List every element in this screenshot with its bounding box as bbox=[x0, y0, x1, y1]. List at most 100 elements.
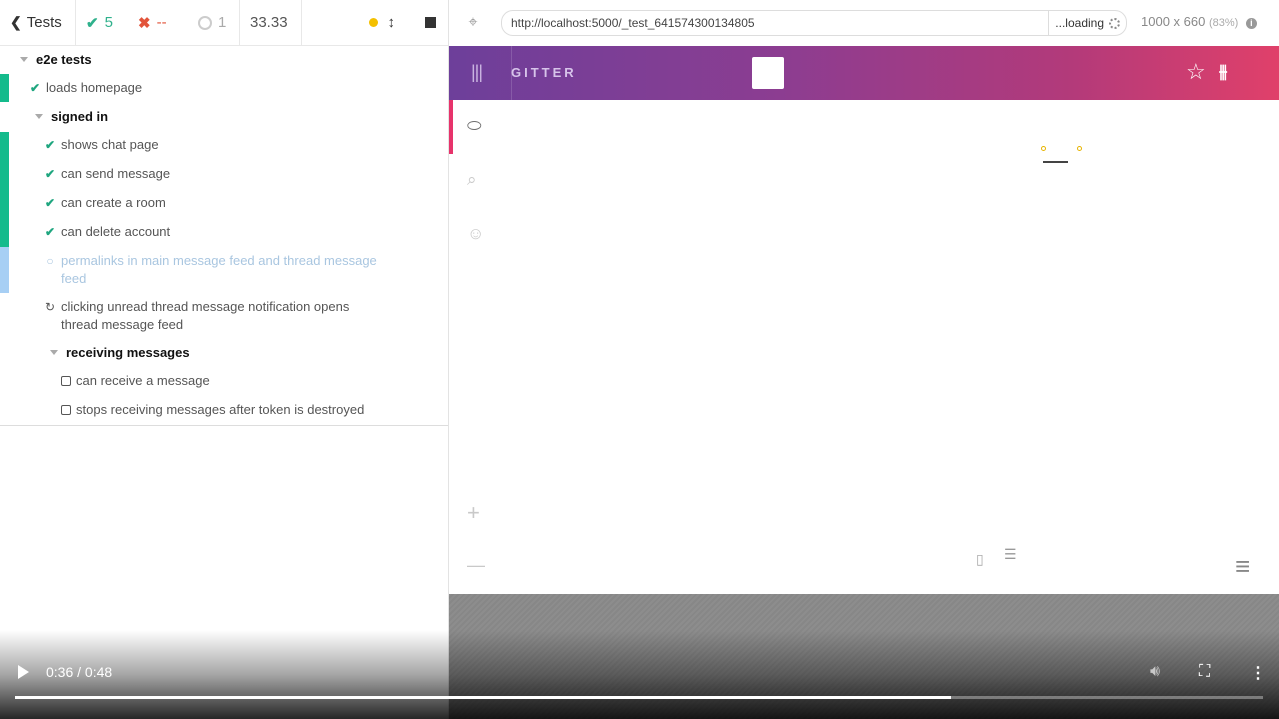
check-icon: ✔ bbox=[44, 167, 56, 181]
check-icon: ✔ bbox=[86, 14, 99, 32]
suite-signed-in[interactable]: signed in bbox=[0, 108, 448, 126]
back-label: Tests bbox=[26, 14, 62, 31]
suite-receiving-messages[interactable]: receiving messages bbox=[0, 344, 448, 362]
search-icon[interactable]: ⌕ bbox=[467, 170, 477, 190]
pending-count: 1 bbox=[184, 0, 240, 46]
test-tree: e2e tests ✔ loads homepage signed in ✔ s… bbox=[0, 46, 448, 426]
check-icon: ✔ bbox=[29, 81, 41, 95]
volume-icon[interactable]: 🔊︎ bbox=[1150, 663, 1160, 681]
app-under-test: ||| GITTER ☆ ⫵ ⬭ ⌕ ☺ + — ▯ ☰ ≡ bbox=[449, 46, 1279, 594]
play-icon[interactable] bbox=[18, 665, 29, 679]
test-loads-homepage[interactable]: ✔ loads homepage bbox=[0, 79, 448, 97]
runner-controls: ↕ bbox=[302, 0, 448, 46]
zoom-text: (83%) bbox=[1208, 17, 1239, 29]
test-can-create-room[interactable]: ✔ can create a room bbox=[0, 194, 448, 212]
failed-value: -- bbox=[156, 14, 167, 31]
menu-icon[interactable]: ≡ bbox=[1235, 551, 1250, 582]
failed-count: ✖ -- bbox=[128, 0, 184, 46]
loader-line bbox=[1043, 161, 1068, 163]
loading-text: ...loading bbox=[1055, 16, 1104, 30]
test-title: permalinks in main message feed and thre… bbox=[61, 252, 377, 288]
test-title: can delete account bbox=[61, 224, 171, 239]
queued-square-icon bbox=[61, 405, 71, 415]
fullscreen-icon[interactable]: ⛶ bbox=[1199, 663, 1210, 681]
test-runner-panel: ❮ Tests ✔ 5 ✖ -- 1 33.33 ↕ e2e tests ✔ l… bbox=[0, 0, 449, 719]
passed-value: 5 bbox=[104, 14, 113, 31]
chevron-left-icon: ❮ bbox=[10, 14, 22, 30]
collapse-caret-icon bbox=[35, 114, 43, 119]
circle-icon bbox=[198, 15, 212, 30]
test-title: can receive a message bbox=[76, 373, 210, 388]
test-can-delete-account[interactable]: ✔ can delete account bbox=[0, 223, 448, 241]
test-title-line: thread message feed bbox=[61, 317, 184, 332]
test-title-line: clicking unread thread message notificat… bbox=[61, 299, 350, 314]
app-name: GITTER bbox=[511, 65, 577, 80]
test-title: stops receiving messages after token is … bbox=[76, 402, 365, 417]
spinner-icon bbox=[1109, 17, 1120, 29]
video-controls-gradient bbox=[0, 630, 1279, 719]
suite-title: e2e tests bbox=[36, 52, 92, 67]
phone-icon[interactable]: ▯ bbox=[976, 551, 984, 568]
suite-title: signed in bbox=[51, 109, 109, 124]
loading-indicator: ...loading bbox=[1048, 11, 1126, 35]
dimensions-text: 1000 x 660 bbox=[1141, 14, 1206, 29]
test-stops-receiving[interactable]: stops receiving messages after token is … bbox=[0, 401, 448, 419]
gitter-header: ||| GITTER ☆ ⫵ bbox=[449, 46, 1279, 100]
stats-bar: ❮ Tests ✔ 5 ✖ -- 1 33.33 ↕ bbox=[0, 0, 448, 46]
loader-dot bbox=[1077, 146, 1082, 151]
hamburger-icon[interactable]: — bbox=[467, 555, 485, 576]
running-indicator-icon bbox=[368, 18, 378, 27]
check-icon: ✔ bbox=[44, 138, 56, 152]
stop-icon[interactable] bbox=[425, 17, 436, 28]
passed-count: ✔ 5 bbox=[76, 0, 128, 46]
more-options-icon[interactable]: ⋮ bbox=[1250, 663, 1266, 683]
url-text: http://localhost:5000/_test_641574300134… bbox=[511, 16, 755, 30]
active-indicator bbox=[449, 100, 453, 154]
test-can-receive[interactable]: can receive a message bbox=[0, 372, 448, 390]
selector-playground-icon[interactable]: ⌖ bbox=[449, 14, 497, 32]
test-shows-chat-page[interactable]: ✔ shows chat page bbox=[0, 136, 448, 154]
chat-bubble-icon[interactable]: ⬭ bbox=[467, 116, 482, 136]
test-clicking-unread[interactable]: ↻ clicking unread thread message notific… bbox=[0, 298, 448, 334]
video-time: 0:36 / 0:48 bbox=[46, 664, 113, 680]
url-bar[interactable]: http://localhost:5000/_test_641574300134… bbox=[501, 10, 1127, 36]
info-icon[interactable]: i bbox=[1245, 18, 1257, 29]
test-title: shows chat page bbox=[61, 137, 159, 152]
video-progress-bar[interactable] bbox=[15, 696, 1263, 699]
cross-icon: ✖ bbox=[138, 14, 151, 32]
suite-e2e-tests[interactable]: e2e tests bbox=[0, 51, 448, 69]
check-icon: ✔ bbox=[44, 225, 56, 239]
avatar-placeholder[interactable] bbox=[752, 57, 784, 89]
test-permalinks[interactable]: ○ permalinks in main message feed and th… bbox=[0, 252, 448, 288]
test-can-send-message[interactable]: ✔ can send message bbox=[0, 165, 448, 183]
person-icon[interactable]: ☺ bbox=[467, 224, 484, 244]
screen: ❮ Tests ✔ 5 ✖ -- 1 33.33 ↕ e2e tests ✔ l… bbox=[0, 0, 1279, 719]
check-icon: ✔ bbox=[44, 196, 56, 210]
test-title: can create a room bbox=[61, 195, 166, 210]
test-title: can send message bbox=[61, 166, 171, 181]
star-icon[interactable]: ☆ bbox=[1186, 59, 1206, 85]
pending-circle-icon: ○ bbox=[46, 254, 54, 268]
test-title-line: permalinks in main message feed and thre… bbox=[61, 253, 377, 268]
left-menu: ⬭ ⌕ ☺ + — bbox=[449, 100, 509, 594]
collapse-caret-icon bbox=[20, 57, 28, 62]
gitter-logo-icon: ||| bbox=[471, 62, 483, 82]
suite-title: receiving messages bbox=[66, 345, 190, 360]
test-title: loads homepage bbox=[46, 80, 143, 95]
test-title-line: feed bbox=[61, 271, 87, 286]
loader-dot bbox=[1041, 146, 1046, 151]
pending-value: 1 bbox=[218, 14, 227, 31]
settings-sliders-icon[interactable]: ⫵ bbox=[1219, 61, 1227, 82]
test-title: clicking unread thread message notificat… bbox=[61, 298, 349, 334]
video-progress-fill bbox=[15, 696, 951, 699]
chat-icons[interactable]: ☰ bbox=[1004, 546, 1017, 563]
running-refresh-icon: ↻ bbox=[44, 300, 56, 314]
queued-square-icon bbox=[61, 376, 71, 386]
scroll-toggle-icon[interactable]: ↕ bbox=[388, 14, 396, 31]
back-to-tests-button[interactable]: ❮ Tests bbox=[0, 0, 76, 46]
viewport-dimensions: 1000 x 660 (83%) i bbox=[1141, 14, 1257, 29]
duration: 33.33 bbox=[240, 0, 302, 46]
plus-icon[interactable]: + bbox=[467, 500, 480, 526]
collapse-caret-icon bbox=[50, 350, 58, 355]
preview-toolbar: ⌖ http://localhost:5000/_test_6415743001… bbox=[449, 0, 1279, 46]
